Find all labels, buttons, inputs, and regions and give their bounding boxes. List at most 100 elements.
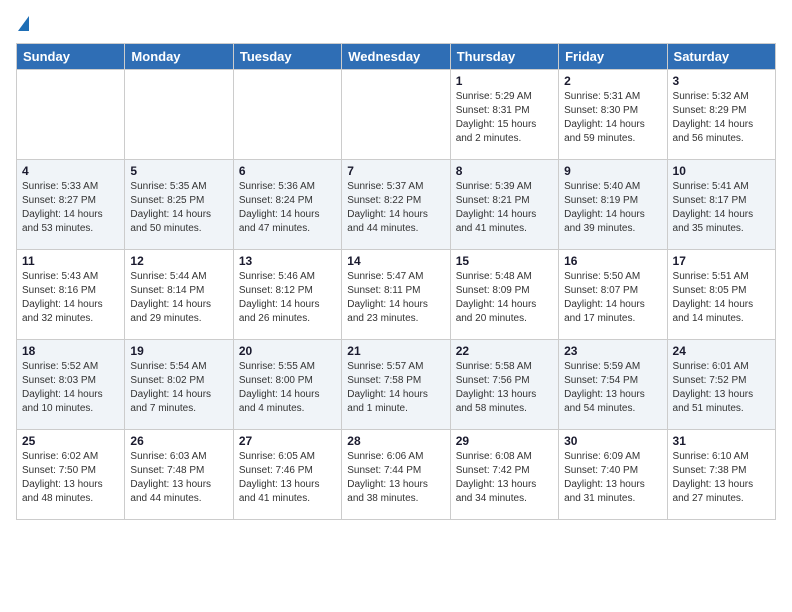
- calendar-cell: 11 Sunrise: 5:43 AM Sunset: 8:16 PM Dayli…: [17, 250, 125, 340]
- day-number: 26: [130, 434, 227, 448]
- day-info: Sunrise: 5:55 AM Sunset: 8:00 PM Dayligh…: [239, 360, 336, 416]
- calendar-cell: 15Sunrise: 5:48 AM Sunset: 8:09 PM Dayli…: [450, 250, 558, 340]
- calendar-cell: 16 Sunrise: 5:50 AM Sunset: 8:07 PM Dayli…: [559, 250, 667, 340]
- day-info: Sunrise: 5:52 AM Sunset: 8:03 PM Dayligh…: [22, 360, 119, 416]
- day-info: Sunrise: 5:46 AM Sunset: 8:12 PM Dayligh…: [239, 270, 336, 326]
- calendar-cell: 7 Sunrise: 5:37 AM Sunset: 8:22 PM Daylig…: [342, 160, 450, 250]
- weekday-header-row: SundayMondayTuesdayWednesdayThursdayFrid…: [17, 44, 776, 70]
- day-info: Sunrise: 5:47 AM Sunset: 8:11 PM Dayligh…: [347, 270, 444, 326]
- calendar-cell: 30 Sunrise: 6:09 AM Sunset: 7:40 PM Dayli…: [559, 430, 667, 520]
- day-info: Sunrise: 5:41 AM Sunset: 8:17 PM Dayligh…: [673, 180, 770, 236]
- day-number: 20: [239, 344, 336, 358]
- day-number: 22: [456, 344, 553, 358]
- day-info: Sunrise: 5:51 AM Sunset: 8:05 PM Dayligh…: [673, 270, 770, 326]
- day-number: 18: [22, 344, 119, 358]
- calendar-table: SundayMondayTuesdayWednesdayThursdayFrid…: [16, 43, 776, 520]
- calendar-cell: 28 Sunrise: 6:06 AM Sunset: 7:44 PM Dayli…: [342, 430, 450, 520]
- calendar-cell: 6 Sunrise: 5:36 AM Sunset: 8:24 PM Daylig…: [233, 160, 341, 250]
- logo: [16, 16, 29, 33]
- weekday-header-friday: Friday: [559, 44, 667, 70]
- weekday-header-saturday: Saturday: [667, 44, 775, 70]
- page-header: [16, 16, 776, 33]
- weekday-header-sunday: Sunday: [17, 44, 125, 70]
- day-info: Sunrise: 5:33 AM Sunset: 8:27 PM Dayligh…: [22, 180, 119, 236]
- day-number: 30: [564, 434, 661, 448]
- calendar-cell: 13 Sunrise: 5:46 AM Sunset: 8:12 PM Dayli…: [233, 250, 341, 340]
- day-info: Sunrise: 5:43 AM Sunset: 8:16 PM Dayligh…: [22, 270, 119, 326]
- day-info: Sunrise: 5:50 AM Sunset: 8:07 PM Dayligh…: [564, 270, 661, 326]
- calendar-cell: 12 Sunrise: 5:44 AM Sunset: 8:14 PM Dayli…: [125, 250, 233, 340]
- calendar-cell: 24Sunrise: 6:01 AM Sunset: 7:52 PM Dayli…: [667, 340, 775, 430]
- day-info: Sunrise: 5:58 AM Sunset: 7:56 PM Dayligh…: [456, 360, 553, 416]
- day-info: Sunrise: 6:02 AM Sunset: 7:50 PM Dayligh…: [22, 450, 119, 506]
- day-info: Sunrise: 5:32 AM Sunset: 8:29 PM Dayligh…: [673, 90, 770, 146]
- day-number: 28: [347, 434, 444, 448]
- week-row-1: 1Sunrise: 5:29 AM Sunset: 8:31 PM Daylig…: [17, 70, 776, 160]
- week-row-4: 18 Sunrise: 5:52 AM Sunset: 8:03 PM Dayli…: [17, 340, 776, 430]
- calendar-cell: 3 Sunrise: 5:32 AM Sunset: 8:29 PM Daylig…: [667, 70, 775, 160]
- day-number: 17: [673, 254, 770, 268]
- day-info: Sunrise: 5:37 AM Sunset: 8:22 PM Dayligh…: [347, 180, 444, 236]
- week-row-3: 11 Sunrise: 5:43 AM Sunset: 8:16 PM Dayli…: [17, 250, 776, 340]
- weekday-header-tuesday: Tuesday: [233, 44, 341, 70]
- day-info: Sunrise: 5:48 AM Sunset: 8:09 PM Dayligh…: [456, 270, 553, 326]
- day-number: 12: [130, 254, 227, 268]
- day-number: 14: [347, 254, 444, 268]
- day-info: Sunrise: 5:35 AM Sunset: 8:25 PM Dayligh…: [130, 180, 227, 236]
- day-info: Sunrise: 5:54 AM Sunset: 8:02 PM Dayligh…: [130, 360, 227, 416]
- day-info: Sunrise: 5:39 AM Sunset: 8:21 PM Dayligh…: [456, 180, 553, 236]
- day-info: Sunrise: 5:36 AM Sunset: 8:24 PM Dayligh…: [239, 180, 336, 236]
- logo-triangle-icon: [18, 16, 29, 31]
- day-info: Sunrise: 6:05 AM Sunset: 7:46 PM Dayligh…: [239, 450, 336, 506]
- calendar-cell: 5Sunrise: 5:35 AM Sunset: 8:25 PM Daylig…: [125, 160, 233, 250]
- calendar-cell: 19 Sunrise: 5:54 AM Sunset: 8:02 PM Dayli…: [125, 340, 233, 430]
- day-number: 6: [239, 164, 336, 178]
- week-row-2: 4 Sunrise: 5:33 AM Sunset: 8:27 PM Daylig…: [17, 160, 776, 250]
- calendar-cell: 23 Sunrise: 5:59 AM Sunset: 7:54 PM Dayli…: [559, 340, 667, 430]
- day-number: 29: [456, 434, 553, 448]
- calendar-cell: 31 Sunrise: 6:10 AM Sunset: 7:38 PM Dayli…: [667, 430, 775, 520]
- day-info: Sunrise: 5:31 AM Sunset: 8:30 PM Dayligh…: [564, 90, 661, 146]
- day-number: 23: [564, 344, 661, 358]
- weekday-header-wednesday: Wednesday: [342, 44, 450, 70]
- day-number: 2: [564, 74, 661, 88]
- calendar-cell: [233, 70, 341, 160]
- calendar-cell: 27 Sunrise: 6:05 AM Sunset: 7:46 PM Dayli…: [233, 430, 341, 520]
- day-info: Sunrise: 6:08 AM Sunset: 7:42 PM Dayligh…: [456, 450, 553, 506]
- calendar-cell: 8 Sunrise: 5:39 AM Sunset: 8:21 PM Daylig…: [450, 160, 558, 250]
- day-info: Sunrise: 6:01 AM Sunset: 7:52 PM Dayligh…: [673, 360, 770, 416]
- calendar-cell: [342, 70, 450, 160]
- day-number: 10: [673, 164, 770, 178]
- day-number: 11: [22, 254, 119, 268]
- day-number: 21: [347, 344, 444, 358]
- week-row-5: 25Sunrise: 6:02 AM Sunset: 7:50 PM Dayli…: [17, 430, 776, 520]
- calendar-cell: 21 Sunrise: 5:57 AM Sunset: 7:58 PM Dayli…: [342, 340, 450, 430]
- day-info: Sunrise: 5:57 AM Sunset: 7:58 PM Dayligh…: [347, 360, 444, 416]
- calendar-cell: 26Sunrise: 6:03 AM Sunset: 7:48 PM Dayli…: [125, 430, 233, 520]
- calendar-cell: 1Sunrise: 5:29 AM Sunset: 8:31 PM Daylig…: [450, 70, 558, 160]
- weekday-header-monday: Monday: [125, 44, 233, 70]
- calendar-cell: 4 Sunrise: 5:33 AM Sunset: 8:27 PM Daylig…: [17, 160, 125, 250]
- calendar-cell: [17, 70, 125, 160]
- day-number: 8: [456, 164, 553, 178]
- day-number: 19: [130, 344, 227, 358]
- calendar-cell: 10 Sunrise: 5:41 AM Sunset: 8:17 PM Dayli…: [667, 160, 775, 250]
- day-number: 31: [673, 434, 770, 448]
- day-number: 3: [673, 74, 770, 88]
- day-number: 1: [456, 74, 553, 88]
- day-info: Sunrise: 6:09 AM Sunset: 7:40 PM Dayligh…: [564, 450, 661, 506]
- day-info: Sunrise: 6:06 AM Sunset: 7:44 PM Dayligh…: [347, 450, 444, 506]
- day-number: 27: [239, 434, 336, 448]
- day-number: 16: [564, 254, 661, 268]
- day-info: Sunrise: 5:59 AM Sunset: 7:54 PM Dayligh…: [564, 360, 661, 416]
- day-number: 4: [22, 164, 119, 178]
- day-info: Sunrise: 6:10 AM Sunset: 7:38 PM Dayligh…: [673, 450, 770, 506]
- calendar-cell: 22 Sunrise: 5:58 AM Sunset: 7:56 PM Dayli…: [450, 340, 558, 430]
- day-number: 13: [239, 254, 336, 268]
- day-info: Sunrise: 5:44 AM Sunset: 8:14 PM Dayligh…: [130, 270, 227, 326]
- day-number: 9: [564, 164, 661, 178]
- calendar-cell: 25Sunrise: 6:02 AM Sunset: 7:50 PM Dayli…: [17, 430, 125, 520]
- day-number: 7: [347, 164, 444, 178]
- calendar-cell: 18 Sunrise: 5:52 AM Sunset: 8:03 PM Dayli…: [17, 340, 125, 430]
- calendar-cell: 20 Sunrise: 5:55 AM Sunset: 8:00 PM Dayli…: [233, 340, 341, 430]
